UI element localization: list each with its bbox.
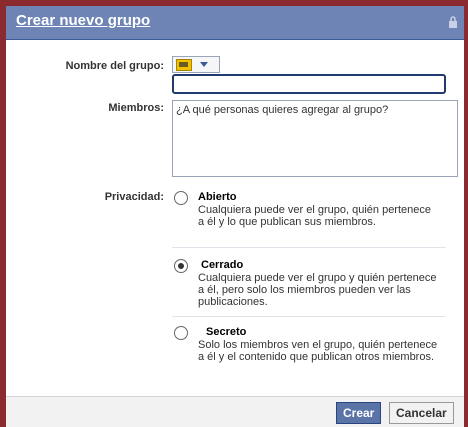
create-button[interactable]: Crear xyxy=(336,402,382,424)
option-divider xyxy=(172,247,446,248)
privacy-option-description: Cualquiera puede ver el grupo, quién per… xyxy=(198,204,431,228)
cancel-button[interactable]: Cancelar xyxy=(389,402,454,424)
members-placeholder: ¿A qué personas quieres agregar al grupo… xyxy=(176,104,389,116)
lock-icon xyxy=(449,16,457,28)
create-group-dialog: Crear nuevo grupo Nombre del grupo: Miem… xyxy=(6,6,464,427)
group-icon-picker[interactable] xyxy=(172,56,220,73)
chevron-down-icon xyxy=(200,62,208,67)
dialog-footer: Crear Cancelar xyxy=(6,396,464,427)
members-input[interactable]: ¿A qué personas quieres agregar al grupo… xyxy=(172,100,458,177)
privacy-option-description: Cualquiera puede ver el grupo y quién pe… xyxy=(198,272,437,308)
privacy-radio-secret[interactable] xyxy=(174,326,188,340)
dialog-titlebar: Crear nuevo grupo xyxy=(6,6,464,40)
group-name-label: Nombre del grupo: xyxy=(65,60,164,72)
privacy-option-description: Solo los miembros ven el grupo, quién pe… xyxy=(198,339,438,363)
privacy-label: Privacidad: xyxy=(104,191,164,203)
privacy-option-title: Abierto xyxy=(198,191,237,203)
group-avatar-icon xyxy=(176,59,192,71)
privacy-radio-open[interactable] xyxy=(174,191,188,205)
privacy-option-title: Secreto xyxy=(206,326,247,338)
dialog-title: Crear nuevo grupo xyxy=(16,12,151,29)
group-name-input[interactable] xyxy=(172,74,446,94)
members-label: Miembros: xyxy=(108,102,164,114)
privacy-radio-closed[interactable] xyxy=(174,259,188,273)
privacy-option-title: Cerrado xyxy=(201,259,244,271)
option-divider xyxy=(172,316,446,317)
